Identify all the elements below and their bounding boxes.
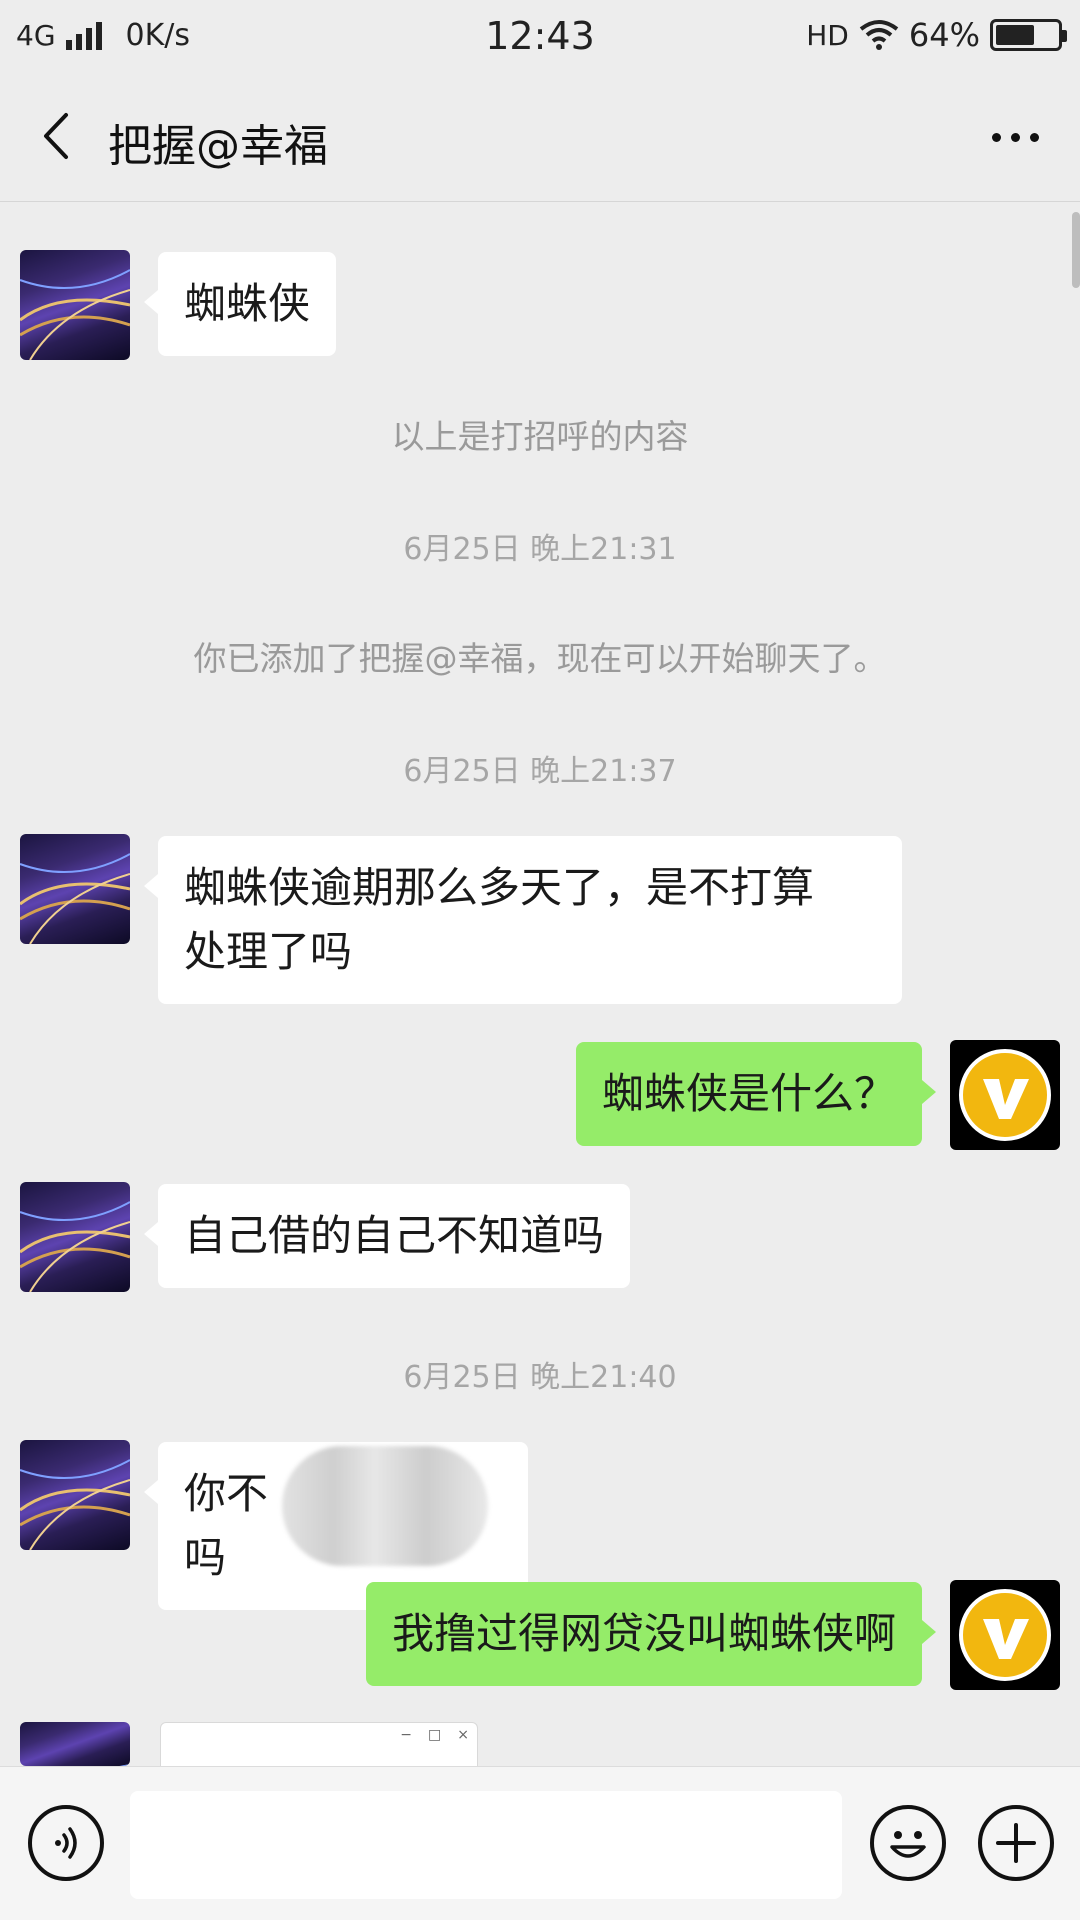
- more-dots-icon: [991, 132, 1001, 142]
- timestamp: 6月25日 晚上21:40: [403, 1360, 677, 1395]
- plus-button[interactable]: [978, 1805, 1054, 1881]
- input-bar: [0, 1766, 1080, 1920]
- hd-indicator: HD: [806, 18, 849, 52]
- my-avatar[interactable]: [950, 1040, 1060, 1150]
- city-bridge-image: [20, 1459, 130, 1550]
- system-notice: 以上是打招呼的内容: [391, 417, 689, 456]
- contact-avatar[interactable]: [20, 250, 130, 360]
- contact-avatar[interactable]: [20, 1722, 130, 1766]
- chat-title: 把握@幸福: [108, 121, 328, 172]
- contact-avatar[interactable]: [20, 1440, 130, 1550]
- system-notice: 你已添加了把握@幸福，现在可以开始聊天了。: [193, 639, 887, 678]
- minimize-icon: −: [400, 1727, 413, 1743]
- message-line: 处理了吗: [184, 927, 353, 976]
- my-avatar[interactable]: [950, 1580, 1060, 1690]
- message-input[interactable]: [130, 1791, 842, 1899]
- message-bubble-incoming[interactable]: 蜘蛛侠: [143, 252, 337, 356]
- city-bridge-image: [20, 853, 130, 944]
- more-dot: [1010, 132, 1020, 142]
- more-dot: [1029, 132, 1039, 142]
- close-icon: ×: [457, 1727, 469, 1743]
- battery-icon: [990, 19, 1067, 51]
- emoji-icon: [890, 1831, 926, 1858]
- city-bridge-image: [20, 1201, 130, 1292]
- message-bubble-incoming[interactable]: 蜘蛛侠逾期那么多天了，是不打算 处理了吗: [144, 836, 902, 1004]
- more-button[interactable]: [980, 112, 1050, 162]
- chat-header: 把握@幸福: [0, 76, 1080, 202]
- contact-avatar[interactable]: [20, 1182, 130, 1292]
- timestamp: 6月25日 晚上21:37: [403, 754, 677, 789]
- contact-avatar[interactable]: [20, 834, 130, 944]
- message-text-start: 你不: [184, 1469, 269, 1518]
- city-bridge-image: [20, 269, 130, 360]
- voice-button[interactable]: [28, 1805, 104, 1881]
- chevron-left-icon: [44, 113, 68, 159]
- message-bubble-outgoing[interactable]: 蜘蛛侠是什么？: [575, 1042, 937, 1146]
- back-button[interactable]: [30, 106, 80, 166]
- emoji-button[interactable]: [870, 1805, 946, 1881]
- city-bridge-image: [119, 1764, 130, 1766]
- plus-icon: [996, 1823, 1036, 1863]
- maximize-icon: □: [428, 1727, 442, 1743]
- wifi-icon: [859, 20, 899, 50]
- timestamp: 6月25日 晚上21:31: [403, 532, 677, 567]
- redaction-mask: [282, 1446, 488, 1566]
- v-logo-icon: [959, 1589, 1051, 1681]
- scrollbar[interactable]: [1072, 212, 1080, 288]
- voice-icon: [55, 1827, 77, 1859]
- v-logo-icon: [959, 1049, 1051, 1141]
- battery-fill: [996, 25, 1035, 45]
- status-bar: 4G 0K/s 12:43 HD 64%: [0, 0, 1080, 76]
- message-bubble-incoming[interactable]: 自己借的自己不知道吗: [143, 1184, 631, 1288]
- message-bubble-outgoing[interactable]: 我撸过得网贷没叫蜘蛛侠啊: [365, 1582, 937, 1686]
- battery-percent: 64%: [908, 16, 980, 54]
- message-line: 蜘蛛侠逾期那么多天了，是不打算: [184, 863, 815, 912]
- message-text-end: 吗: [184, 1533, 227, 1582]
